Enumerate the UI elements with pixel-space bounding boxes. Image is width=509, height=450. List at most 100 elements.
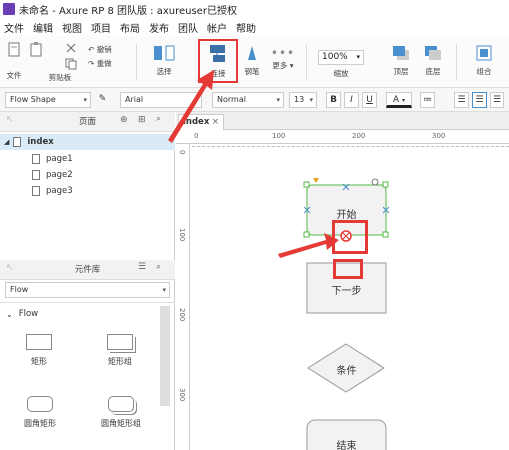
divider: [0, 302, 175, 303]
condition-shape-label: 条件: [336, 366, 357, 377]
menu-publish[interactable]: 发布: [149, 20, 169, 35]
menu-project[interactable]: 项目: [91, 20, 111, 35]
undo-button[interactable]: ↶ 撤销: [88, 44, 128, 55]
widget-scrollbar[interactable]: [160, 306, 170, 406]
search-icon[interactable]: ⌕: [156, 262, 161, 272]
menu-help[interactable]: 帮助: [236, 20, 256, 35]
menu-file[interactable]: 文件: [4, 20, 24, 35]
group-label: 组合: [476, 67, 492, 76]
axure-logo-icon: [3, 3, 15, 15]
font-size-value: 13: [294, 95, 305, 104]
paste-icon: [30, 42, 42, 57]
bring-to-top-button[interactable]: 顶层: [386, 44, 416, 77]
file-button[interactable]: 文件: [4, 42, 24, 81]
search-icon[interactable]: ⌕: [156, 114, 161, 124]
widget-rounded-rectangle-group[interactable]: 圆角矩形组: [94, 396, 148, 429]
menu-account[interactable]: 帐户: [207, 20, 227, 35]
zoom-select[interactable]: 100% ▾: [318, 50, 364, 65]
font-style-value: Normal: [217, 95, 246, 104]
redo-button[interactable]: ↷ 重做: [88, 58, 128, 69]
group-button[interactable]: 组合: [470, 44, 498, 77]
paste-button[interactable]: [26, 42, 46, 62]
widget-rectangle[interactable]: 矩形: [24, 334, 54, 367]
style-edit-icon[interactable]: ✎: [95, 92, 110, 108]
font-style-select[interactable]: Normal ▾: [212, 92, 284, 108]
bullet-list-icon[interactable]: ≔: [420, 92, 435, 108]
add-folder-icon[interactable]: ⊞: [138, 115, 146, 125]
rounded-rectangle-icon: [27, 396, 53, 412]
page-tree-item[interactable]: page1: [32, 151, 73, 167]
underline-button[interactable]: U: [362, 92, 377, 108]
align-left-icon[interactable]: ☰: [454, 92, 469, 108]
canvas-drawing: [278, 178, 390, 450]
library-select[interactable]: Flow ▾: [5, 282, 170, 298]
rounded-rectangle-stack-icon: [108, 396, 134, 412]
menu-arrange[interactable]: 布局: [120, 20, 140, 35]
zoom-label: 缩放: [333, 69, 349, 78]
italic-button[interactable]: I: [344, 92, 359, 108]
font-size-select[interactable]: 13 ▾: [289, 92, 317, 108]
select-button[interactable]: 选择: [144, 44, 184, 77]
more-button[interactable]: ••• 更多 ▾: [268, 46, 298, 71]
page-tree-item[interactable]: page3: [32, 183, 73, 199]
bold-button[interactable]: B: [326, 92, 341, 108]
copy-icon[interactable]: [64, 58, 78, 72]
widget-rounded-rectangle[interactable]: 圆角矩形: [20, 396, 60, 429]
main-toolbar: 文件 剪贴板 ↶ 撤销 ↷ 重做 选择 连接 钢笔 ••• 更多 ▾ 100% …: [0, 36, 509, 88]
add-page-icon[interactable]: ⊕: [120, 115, 128, 125]
page-name: page1: [46, 154, 73, 164]
annotation-highlight-connection-point: [332, 220, 368, 254]
align-center-icon[interactable]: ☰: [472, 92, 487, 108]
page-icon: [32, 170, 40, 180]
menu-edit[interactable]: 编辑: [33, 20, 53, 35]
font-family-select[interactable]: Arial ▾: [120, 92, 202, 108]
shape-type-select[interactable]: Flow Shape ▾: [5, 92, 91, 108]
page-name: page2: [46, 170, 73, 180]
pages-panel-header: ↖ 页面 ⊕ ⊞ ⌕: [0, 112, 175, 132]
rectangle-icon: [26, 334, 52, 350]
widget-rectangle-group[interactable]: 矩形组: [100, 334, 140, 367]
format-toolbar: Flow Shape ▾ ✎ Arial ▾ Normal ▾ 13 ▾ B I U A…: [0, 88, 509, 112]
undo-label: 撤销: [96, 45, 112, 54]
send-to-bottom-button[interactable]: 底层: [418, 44, 448, 77]
align-right-icon[interactable]: ☰: [490, 92, 504, 108]
page-icon: [32, 186, 40, 196]
undo-icon: ↶: [88, 45, 95, 54]
annotation-highlight-target: [333, 259, 363, 279]
font-family-value: Arial: [125, 95, 144, 104]
page-icon: [32, 154, 40, 164]
cut-icon[interactable]: [64, 42, 78, 56]
page-tree-item[interactable]: page2: [32, 167, 73, 183]
shape-type-value: Flow Shape: [10, 95, 56, 104]
font-color-glyph: A: [392, 95, 400, 105]
canvas-area: index × 0 100 200 300 0 100 200 300 开始 下…: [176, 112, 509, 450]
menu-view[interactable]: 视图: [62, 20, 82, 35]
left-panel: ↖ 页面 ⊕ ⊞ ⌕ ◢ index page1 page2 page3 ↖ 元…: [0, 112, 175, 450]
widget-label: 矩形组: [108, 357, 132, 366]
redo-label: 重做: [96, 59, 112, 68]
widget-label: 圆角矩形: [24, 419, 56, 428]
bottom-layer-icon: [425, 46, 441, 60]
page-tree-root[interactable]: ◢ index: [0, 134, 175, 150]
chevron-down-icon: ▾: [309, 96, 313, 104]
select-mode-icon: [154, 45, 175, 61]
connector-icon: [210, 45, 225, 62]
pen-label: 钢笔: [244, 67, 260, 76]
connect-button[interactable]: 连接: [198, 39, 238, 83]
more-dots-icon: •••: [270, 46, 296, 60]
toolbar-divider: [136, 44, 137, 80]
pen-icon: [248, 46, 256, 60]
pen-button[interactable]: 钢笔: [240, 44, 264, 77]
library-value: Flow: [10, 285, 29, 294]
shape-style-marker: [313, 178, 319, 183]
menu-icon[interactable]: ☰: [138, 262, 146, 272]
toolbar-divider: [306, 44, 307, 80]
chevron-down-icon: ▾: [162, 286, 166, 294]
chevron-down-icon: ▾: [83, 96, 87, 104]
widget-section-flow[interactable]: ⌄ Flow: [6, 306, 38, 322]
font-color-button[interactable]: A ▾: [386, 92, 412, 108]
menu-bar: 文件 编辑 视图 项目 布局 发布 团队 帐户 帮助: [0, 18, 509, 36]
rotate-handle[interactable]: [371, 178, 379, 186]
widget-label: 圆角矩形组: [101, 419, 141, 428]
menu-team[interactable]: 团队: [178, 20, 198, 35]
